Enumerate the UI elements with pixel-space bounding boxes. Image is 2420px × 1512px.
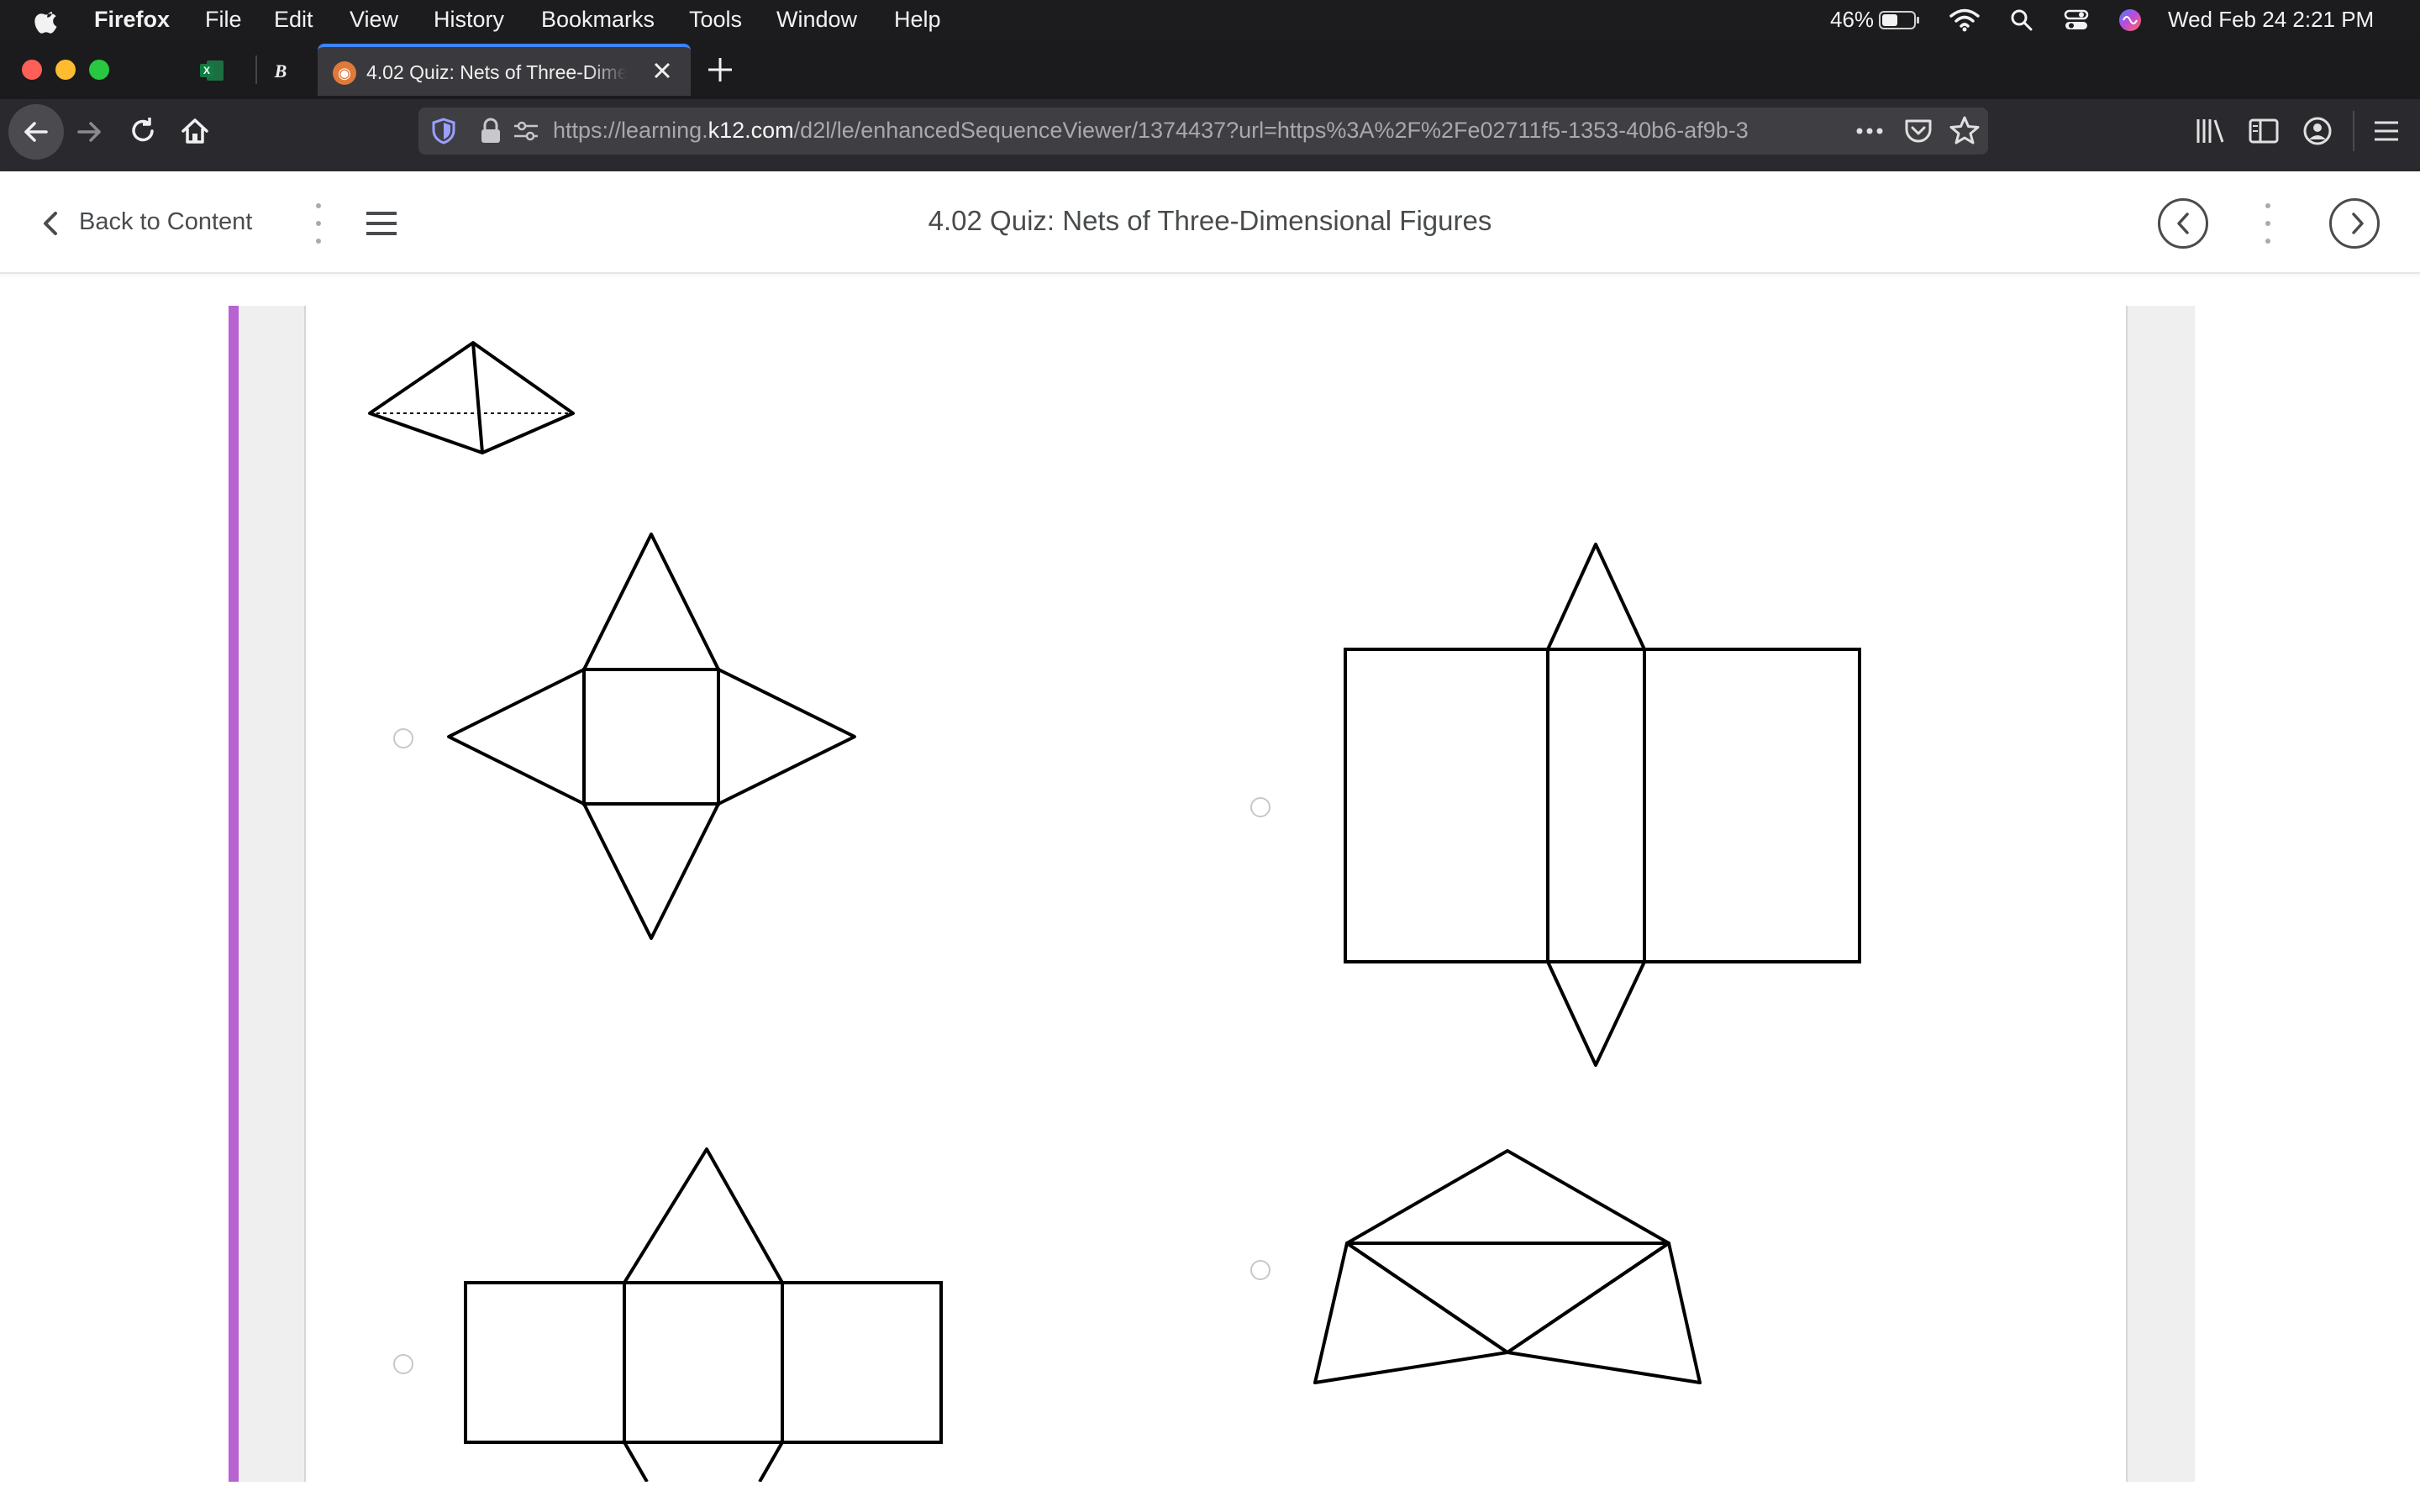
back-button[interactable] [8,104,64,160]
excel-icon: X [200,60,224,81]
library-icon[interactable] [2195,116,2227,146]
new-tab-plus-icon[interactable] [706,55,734,84]
toolbar-divider [2353,111,2354,151]
bookmark-star-icon[interactable] [1949,116,1980,144]
menu-tools[interactable]: Tools [689,7,742,33]
pocket-icon[interactable] [1904,118,1933,144]
svg-text:B: B [274,60,287,81]
active-tab-title: 4.02 Quiz: Nets of Three-Dimensional Fig… [366,61,627,83]
siri-icon[interactable] [2118,8,2143,33]
option-d-radio[interactable] [1250,1260,1270,1280]
tab-active-quiz[interactable]: ◉ 4.02 Quiz: Nets of Three-Dimensional F… [318,44,691,96]
menu-help[interactable]: Help [894,7,941,33]
apple-logo-icon[interactable] [34,7,62,35]
menu-bookmarks[interactable]: Bookmarks [541,7,655,33]
next-topic-button[interactable] [2329,198,2380,249]
window-minimize-button[interactable] [55,60,76,80]
tracking-protection-shield-icon[interactable] [432,118,455,144]
menu-edit[interactable]: Edit [274,7,313,33]
bartleby-icon: B [274,60,287,81]
home-icon[interactable] [180,116,210,146]
option-c-radio[interactable] [393,1354,413,1374]
svg-text:X: X [203,65,210,76]
lock-icon[interactable] [479,118,502,144]
option-b-radio[interactable] [1250,797,1270,817]
control-center-icon[interactable] [2064,8,2089,32]
sidebar-toggle-icon[interactable] [2249,118,2279,144]
permissions-icon[interactable] [513,119,539,143]
menu-app-name[interactable]: Firefox [94,7,170,33]
nav-divider-dots [2265,203,2270,244]
window-close-button[interactable] [22,60,42,80]
account-icon[interactable] [2302,116,2333,146]
quiz-title: 4.02 Quiz: Nets of Three-Dimensional Fig… [928,205,1492,236]
option-d-net-diagram [1313,1149,1702,1384]
square-pyramid-figure [368,341,575,454]
reload-icon[interactable] [128,116,158,146]
option-c-net-diagram [464,1147,943,1482]
menu-view[interactable]: View [350,7,398,33]
chevron-right-icon [2352,213,2364,234]
tab-bartleby[interactable]: B [239,47,319,94]
chevron-left-icon [2177,213,2189,234]
close-tab-icon[interactable] [650,59,674,82]
option-a-net-diagram [447,533,856,940]
hamburger-menu-icon[interactable] [2373,119,2400,143]
previous-topic-button[interactable] [2158,198,2208,249]
question-accent-bar [229,306,239,1482]
menu-file[interactable]: File [205,7,242,33]
page-actions-more-icon[interactable] [1855,124,1884,138]
option-b-net-diagram [1344,543,1861,1067]
content-left-margin [237,306,306,1482]
content-right-margin [2126,306,2195,1482]
battery-icon[interactable] [1879,10,1921,30]
url-domain: k12.com [708,118,794,143]
back-arrow-icon [24,122,48,142]
option-a-radio[interactable] [393,728,413,748]
menubar-clock[interactable]: Wed Feb 24 2:21 PM [2168,7,2374,33]
spotlight-search-icon[interactable] [2010,8,2033,32]
macos-menu-bar: Firefox File Edit View History Bookmarks… [0,0,2420,39]
menu-window[interactable]: Window [776,7,857,33]
forward-arrow-icon[interactable] [74,118,104,146]
url-text[interactable]: https://learning.k12.com/d2l/le/enhanced… [553,118,1839,144]
k12-favicon-icon: ◉ [333,61,356,85]
window-zoom-button[interactable] [89,60,109,80]
url-prefix: https://learning. [553,118,708,143]
menu-history[interactable]: History [434,7,504,33]
url-path: /d2l/le/enhancedSequenceViewer/1374437?u… [793,118,1749,143]
battery-percent: 46% [1830,7,1875,32]
wifi-icon[interactable] [1949,8,1980,32]
